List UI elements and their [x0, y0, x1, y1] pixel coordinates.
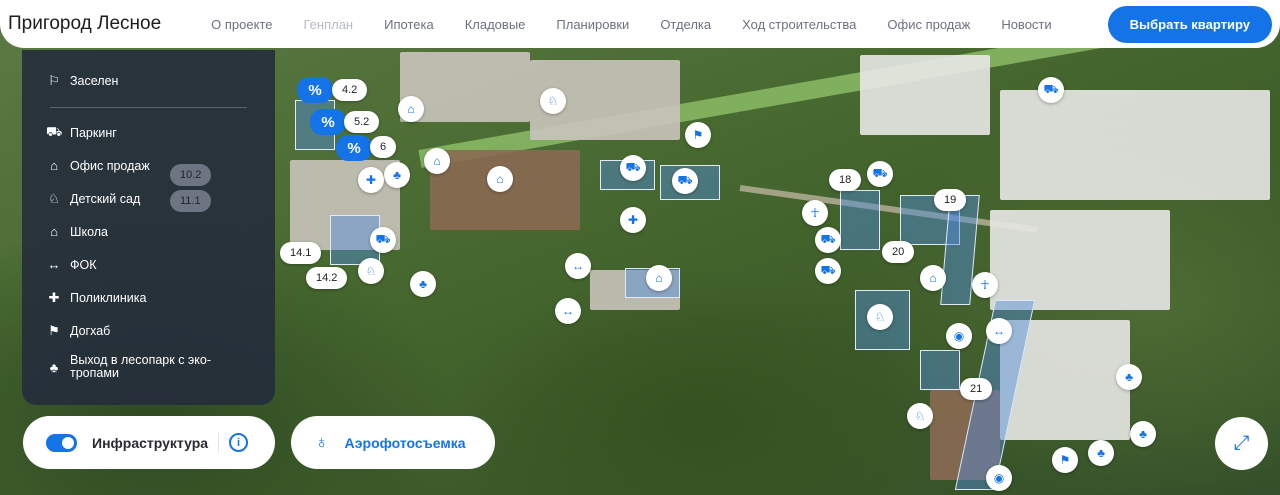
nav-finishing[interactable]: Отделка [660, 17, 711, 32]
kindergarten-icon: ♘ [48, 190, 60, 206]
discount-marker[interactable]: % [297, 77, 333, 103]
discount-marker[interactable]: % [310, 109, 346, 135]
header: Пригород Лесное О проекте Генплан Ипотек… [0, 0, 1280, 48]
car-icon: ⛟ [46, 123, 63, 139]
aerial-photo-button[interactable]: ♁ Аэрофотосъемка [291, 416, 495, 469]
school-icon[interactable]: ⌂ [487, 166, 513, 192]
legend-label: Детский сад [70, 191, 141, 206]
discount-marker[interactable]: % [336, 135, 372, 161]
nav-genplan[interactable]: Генплан [304, 17, 354, 32]
legend-item-sales-office[interactable]: ⌂ Офис продаж [46, 149, 251, 182]
fullscreen-button[interactable]: ⤢ [1215, 417, 1268, 470]
clinic-icon[interactable]: ✚ [620, 207, 646, 233]
fire-icon[interactable]: ◉ [946, 323, 972, 349]
dog-icon[interactable]: ⚑ [685, 122, 711, 148]
nav-storage[interactable]: Кладовые [465, 17, 526, 32]
legend-label: ФОК [70, 257, 97, 272]
walk-icon[interactable]: ☥ [802, 200, 828, 226]
legend-label: Заселен [70, 73, 119, 88]
building-label[interactable]: 11.1 [170, 190, 211, 212]
walk-icon[interactable]: ☥ [972, 272, 998, 298]
office-icon: ⌂ [50, 158, 58, 173]
building-label[interactable]: 6 [370, 136, 397, 158]
building-label[interactable]: 10.2 [170, 164, 212, 186]
nav-layouts[interactable]: Планировки [556, 17, 629, 32]
school-icon: ⌂ [50, 224, 58, 239]
car-icon[interactable]: ⛟ [1038, 77, 1064, 103]
legend-item-clinic[interactable]: ✚ Поликлиника [46, 281, 251, 314]
car-icon[interactable]: ⛟ [620, 155, 646, 181]
legend-item-fitness[interactable]: ↔ ФОК [46, 248, 251, 281]
car-icon[interactable]: ⛟ [815, 258, 841, 284]
nav-news[interactable]: Новости [1001, 17, 1051, 32]
fitness-icon[interactable]: ↔ [555, 298, 581, 324]
building-label[interactable]: 20 [882, 241, 915, 263]
kindergarten-icon[interactable]: ♘ [907, 403, 933, 429]
fitness-icon: ↔ [47, 257, 61, 272]
building-label[interactable]: 21 [960, 378, 993, 400]
school-icon[interactable]: ⌂ [920, 265, 946, 291]
building-label[interactable]: 14.1 [280, 242, 322, 264]
divider [218, 432, 220, 453]
office-icon[interactable]: ⌂ [398, 96, 424, 122]
car-icon[interactable]: ⛟ [815, 227, 841, 253]
dog-icon[interactable]: ⚑ [1052, 447, 1078, 473]
building-label[interactable]: 5.2 [344, 111, 380, 133]
forest-icon: ♣ [49, 359, 59, 375]
nav-about[interactable]: О проекте [211, 17, 272, 32]
car-icon[interactable]: ⛟ [672, 168, 698, 194]
aerial-photo-label: Аэрофотосъемка [344, 434, 466, 451]
kindergarten-icon[interactable]: ♘ [358, 258, 384, 284]
nav-mortgage[interactable]: Ипотека [384, 17, 434, 32]
legend-item-settled[interactable]: ⚐ Заселен [46, 64, 251, 97]
building-label[interactable]: 18 [829, 169, 862, 191]
legend-label: Школа [70, 224, 108, 239]
clinic-icon: ✚ [48, 289, 60, 305]
clinic-icon[interactable]: ✚ [358, 167, 384, 193]
logo[interactable]: Пригород Лесное [8, 13, 161, 35]
expand-icon: ⤢ [1233, 432, 1250, 454]
forest-icon[interactable]: ♣ [1130, 421, 1156, 447]
choose-apartment-button[interactable]: Выбрать квартиру [1107, 5, 1272, 43]
car-icon[interactable]: ⛟ [370, 227, 396, 253]
legend-item-forest[interactable]: ♣ Выход в лесопарк с эко-тропами [46, 347, 251, 387]
car-icon[interactable]: ⛟ [867, 161, 893, 187]
legend-label: Паркинг [70, 125, 117, 140]
balloon-icon: ♁ [315, 432, 329, 452]
infrastructure-label: Инфраструктура [92, 434, 209, 451]
building-label[interactable]: 19 [934, 189, 967, 211]
legend-label: Офис продаж [70, 158, 150, 173]
forest-icon[interactable]: ♣ [1088, 440, 1114, 466]
office-icon[interactable]: ⌂ [424, 148, 450, 174]
legend-item-doghub[interactable]: ⚑ Догхаб [46, 314, 251, 347]
fitness-icon[interactable]: ↔ [565, 253, 591, 279]
info-icon[interactable]: i [229, 433, 249, 452]
forest-icon[interactable]: ♣ [1116, 364, 1142, 390]
forest-icon[interactable]: ♣ [384, 162, 410, 188]
nav-construction[interactable]: Ход строительства [742, 17, 856, 32]
infrastructure-toggle[interactable] [46, 433, 77, 452]
forest-icon[interactable]: ♣ [410, 271, 436, 297]
kindergarten-icon[interactable]: ♘ [540, 88, 566, 114]
legend-panel: ⚐ Заселен ⛟ Паркинг ⌂ Офис продаж ♘ Детский … [22, 50, 275, 405]
fitness-icon[interactable]: ↔ [986, 318, 1012, 344]
kindergarten-icon[interactable]: ♘ [867, 304, 893, 330]
main-nav: О проекте Генплан Ипотека Кладовые Плани… [211, 17, 1107, 32]
nav-sales-office[interactable]: Офис продаж [887, 17, 970, 32]
flag-icon: ⚐ [48, 72, 60, 88]
legend-item-school[interactable]: ⌂ Школа [46, 215, 251, 248]
legend-label: Поликлиника [70, 290, 147, 305]
legend-label: Выход в лесопарк с эко-тропами [70, 353, 212, 380]
school-icon[interactable]: ⌂ [646, 265, 672, 291]
legend-label: Догхаб [70, 323, 111, 338]
divider [50, 107, 247, 108]
legend-item-parking[interactable]: ⛟ Паркинг [46, 116, 251, 149]
dog-icon: ⚑ [48, 322, 60, 338]
infrastructure-control: Инфраструктура i [23, 416, 275, 469]
building-label[interactable]: 4.2 [332, 79, 368, 101]
legend-item-kindergarten[interactable]: ♘ Детский сад [46, 182, 251, 215]
building-label[interactable]: 14.2 [306, 267, 348, 289]
fire-icon[interactable]: ◉ [986, 465, 1012, 491]
